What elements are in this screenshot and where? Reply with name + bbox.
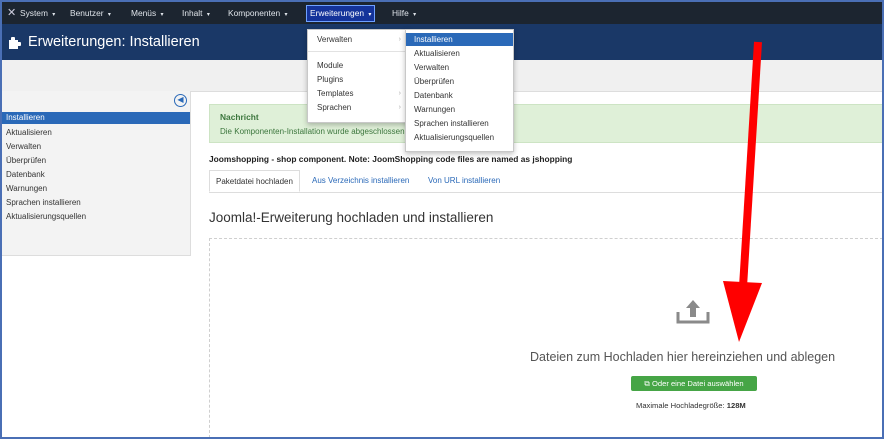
arrow-head (723, 281, 762, 342)
browser-viewport: ✕ System ▾ Benutzer ▾ Menüs ▾ Inhalt ▾ K… (0, 0, 884, 439)
annotation-arrow (723, 41, 762, 342)
arrow-shaft (739, 41, 762, 288)
